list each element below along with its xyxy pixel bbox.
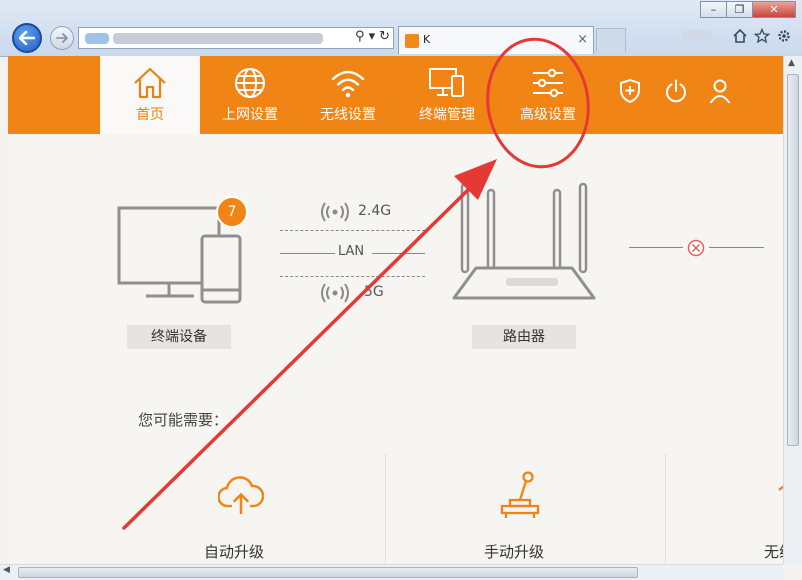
power-icon[interactable] [664, 78, 688, 104]
cloud-upload-icon [218, 476, 264, 515]
scroll-left-icon[interactable]: ◀ [3, 565, 10, 575]
dashed-line-24 [280, 230, 425, 231]
hint-text: 您可能需要： [138, 411, 229, 429]
tool-label: 自动升级 [204, 543, 265, 561]
nav-item-internet[interactable]: 上网设置 [200, 56, 300, 134]
router-icon[interactable] [448, 178, 600, 306]
browser-chrome: – ❐ ✕ ⚲ ▾ ↻ K × [0, 0, 802, 57]
manual-upgrade-tool[interactable]: 手动升级 [448, 469, 598, 564]
refresh-icon[interactable]: ↻ [379, 29, 390, 44]
address-tools: ⚲ ▾ ↻ [355, 29, 390, 44]
horizontal-scroll-thumb[interactable] [18, 567, 638, 578]
back-button[interactable] [12, 23, 42, 53]
devices-icon [429, 68, 464, 97]
wireless-signal-icon [321, 202, 349, 222]
wan-line-left [629, 247, 683, 248]
dashed-line-5 [280, 276, 425, 277]
band-24-label: 2.4G [358, 203, 392, 219]
home-icon [134, 67, 166, 99]
divider [665, 454, 666, 564]
disconnected-icon [687, 239, 705, 257]
lan-line-right [372, 253, 425, 254]
forward-arrow-icon [56, 33, 68, 43]
nav-label: 终端管理 [419, 107, 475, 123]
nav-label: 无线设置 [320, 107, 376, 123]
wifi-icon [778, 485, 783, 491]
user-icon[interactable] [708, 78, 732, 104]
dropdown-icon[interactable]: ▾ [369, 29, 376, 44]
vertical-scroll-thumb[interactable] [787, 74, 799, 446]
vertical-scrollbar[interactable]: ▲ [783, 56, 802, 564]
auto-upgrade-tool[interactable]: 自动升级 [168, 469, 318, 564]
forward-button[interactable] [50, 26, 74, 50]
gear-icon[interactable] [776, 28, 792, 44]
wan-line-right [709, 247, 764, 248]
nav-label: 上网设置 [222, 107, 278, 123]
device-count-badge: 7 [216, 196, 248, 228]
shield-plus-icon[interactable] [618, 78, 642, 104]
tab-title: K [423, 33, 431, 46]
horizontal-scrollbar[interactable]: ◀ [0, 564, 783, 580]
wifi-icon [331, 70, 365, 98]
home-icon[interactable] [732, 28, 748, 44]
window-controls: – ❐ ✕ [700, 1, 796, 18]
blurred-text [682, 30, 712, 40]
browser-tools [732, 28, 792, 44]
back-arrow-icon [19, 31, 35, 45]
band-5-label: 5G [364, 284, 384, 300]
url-blur [113, 33, 323, 44]
sliders-icon [533, 68, 563, 98]
nav-item-advanced[interactable]: 高级设置 [498, 56, 598, 134]
nav-label: 首页 [136, 107, 164, 123]
new-tab-button[interactable] [596, 28, 626, 52]
nav-item-home[interactable]: 首页 [100, 56, 200, 134]
tab-favicon-icon [405, 34, 419, 48]
close-button[interactable]: ✕ [752, 1, 796, 18]
tab-close-icon[interactable]: × [577, 32, 588, 47]
nav-item-devices[interactable]: 终端管理 [397, 56, 497, 134]
router-nav-bar: 首页 上网设置 无线设置 终端管理 高级设置 [8, 56, 783, 134]
minimize-button[interactable]: – [700, 1, 727, 18]
address-bar[interactable]: ⚲ ▾ ↻ [78, 27, 394, 49]
main-content: 7 终端设备 2.4G LAN 5G 路由器 您可能需要： 自动升级 手动升级 … [8, 134, 783, 570]
star-icon[interactable] [754, 28, 770, 44]
nav-label: 高级设置 [520, 107, 576, 123]
wireless-signal-icon [321, 283, 349, 303]
favicon-blur [85, 33, 109, 44]
globe-icon [235, 68, 265, 98]
terminal-devices-label: 终端设备 [127, 325, 231, 349]
lan-line-left [280, 253, 335, 254]
restore-button[interactable]: ❐ [726, 1, 753, 18]
lan-label: LAN [338, 244, 365, 259]
joystick-icon [500, 471, 540, 518]
wireless-tool[interactable]: 无线 [756, 469, 783, 564]
tool-label: 无线 [764, 543, 783, 561]
browser-tab[interactable]: K × [398, 26, 594, 54]
nav-item-wireless[interactable]: 无线设置 [298, 56, 398, 134]
tool-label: 手动升级 [484, 543, 545, 561]
divider [385, 454, 386, 564]
scroll-up-icon[interactable]: ▲ [788, 58, 795, 68]
router-label: 路由器 [472, 325, 576, 349]
search-icon[interactable]: ⚲ [355, 29, 365, 44]
